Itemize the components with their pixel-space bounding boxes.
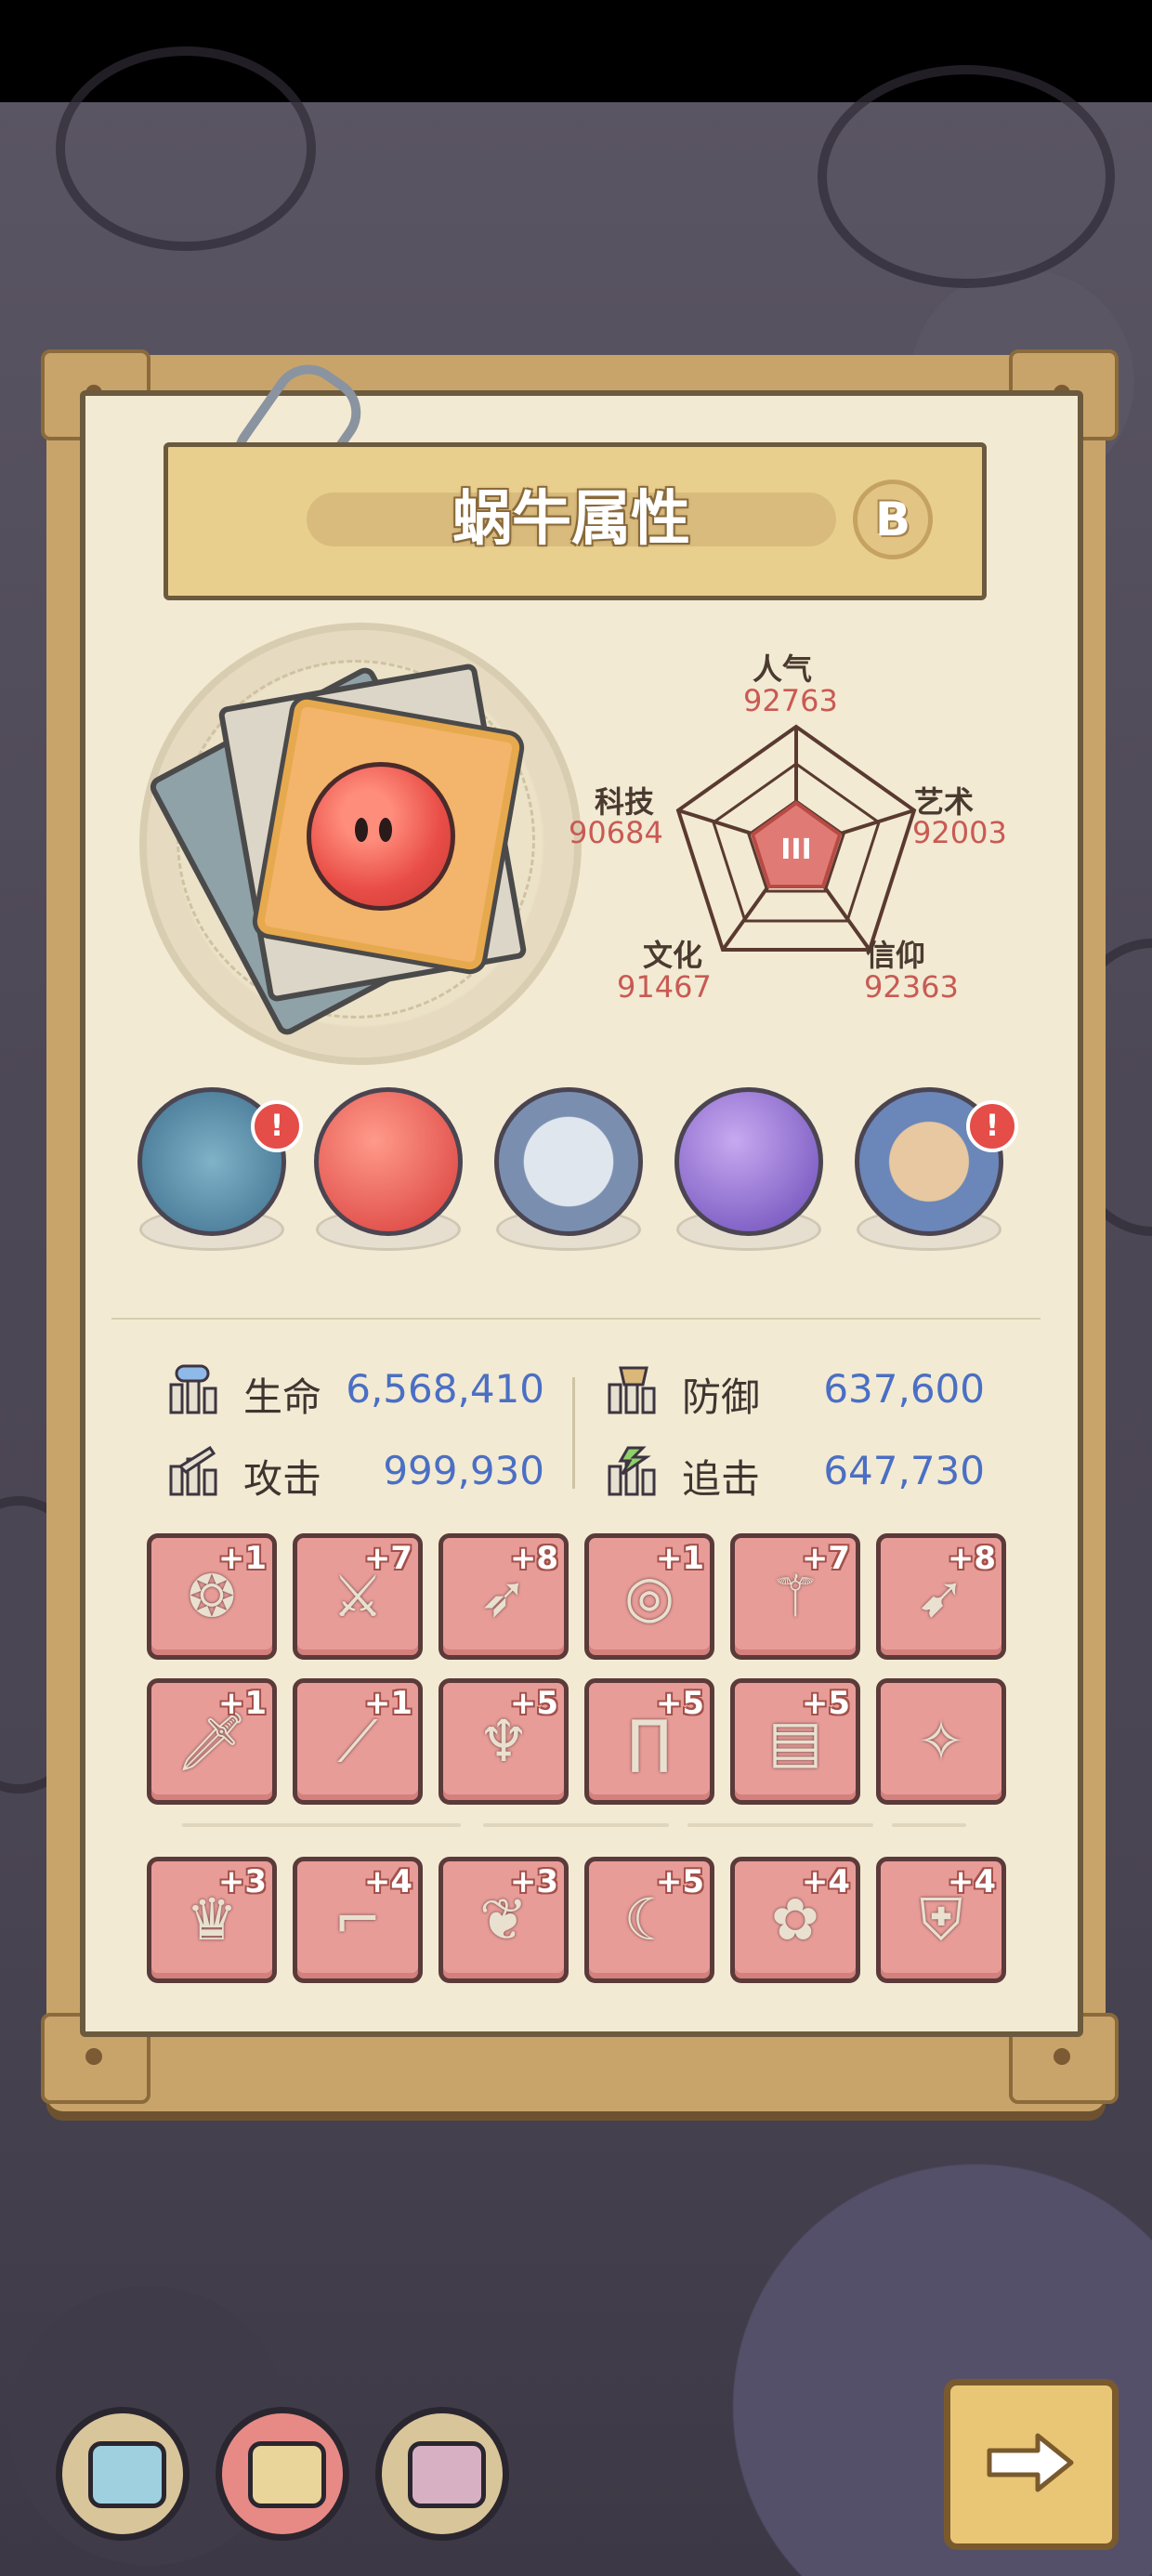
equipment-slot[interactable]: ⚔ +7 <box>293 1533 423 1660</box>
attribute-radar-chart: III <box>675 724 917 952</box>
wand-icon: ✧ <box>917 1707 965 1775</box>
equipment-level: +1 <box>217 1540 267 1577</box>
radar-value-tech: 90684 <box>569 815 663 850</box>
row-divider <box>687 1823 873 1827</box>
equipment-level: +8 <box>947 1540 996 1577</box>
equipment-level: +7 <box>801 1540 850 1577</box>
equipment-level: +3 <box>509 1863 558 1900</box>
equipment-level: +4 <box>947 1863 996 1900</box>
compass-relic-icon[interactable] <box>494 1087 643 1236</box>
row-divider <box>182 1823 461 1827</box>
hp-value: 6,568,410 <box>346 1366 544 1412</box>
equipment-level: +7 <box>363 1540 412 1577</box>
attack-label: 攻击 <box>243 1456 322 1502</box>
equipment-slot[interactable]: ✿ +4 <box>730 1857 860 1983</box>
equipment-slot[interactable]: ➶ +8 <box>439 1533 569 1660</box>
snail-eye <box>355 818 368 842</box>
equipment-level: +8 <box>509 1540 558 1577</box>
section-divider <box>111 1318 1041 1320</box>
nav-button-blue[interactable] <box>56 2407 190 2541</box>
chase-value: 647,730 <box>823 1448 985 1493</box>
chase-label: 追击 <box>682 1456 761 1502</box>
equipment-slot[interactable]: ◎ +1 <box>584 1533 714 1660</box>
equipment-slot[interactable]: 🗡 +1 <box>147 1678 277 1805</box>
stats-separator <box>572 1377 575 1489</box>
radar-value-faith: 92363 <box>864 969 959 1005</box>
equipment-slot[interactable]: ✧ <box>876 1678 1006 1805</box>
chase-stat-icon <box>608 1446 656 1496</box>
equipment-slot[interactable]: ⌐ +4 <box>293 1857 423 1983</box>
radar-value-popularity: 92763 <box>743 683 838 718</box>
equipment-level: +5 <box>801 1685 850 1722</box>
equipment-level: +5 <box>509 1685 558 1722</box>
equipment-slot[interactable]: ⚚ +7 <box>730 1533 860 1660</box>
equipment-level: +4 <box>801 1863 850 1900</box>
arrow-right-icon <box>987 2433 1074 2492</box>
brain-pink-icon <box>408 2441 486 2508</box>
equipment-level: +1 <box>655 1540 704 1577</box>
equipment-slot[interactable]: ⟋ +1 <box>293 1678 423 1805</box>
equipment-slot[interactable]: ♛ +3 <box>147 1857 277 1983</box>
row-divider <box>483 1823 669 1827</box>
equipment-level: +1 <box>363 1685 412 1722</box>
galaxy-orb-relic-icon[interactable] <box>674 1087 823 1236</box>
page-title: 蜗牛属性 <box>452 485 690 554</box>
next-button[interactable] <box>944 2379 1119 2550</box>
attack-stat-icon <box>169 1446 217 1496</box>
radar-value-art: 92003 <box>912 815 1007 850</box>
red-orb-relic-icon[interactable] <box>314 1087 463 1236</box>
radar-center-label: III <box>780 834 812 866</box>
equipment-slot[interactable]: ➹ +8 <box>876 1533 1006 1660</box>
equipment-level: +1 <box>217 1685 267 1722</box>
radar-value-culture: 91467 <box>617 969 712 1005</box>
equipment-slot[interactable]: ♆ +5 <box>439 1678 569 1805</box>
brain-gold-icon <box>248 2441 326 2508</box>
defense-label: 防御 <box>682 1374 761 1420</box>
brain-blue-icon <box>88 2441 166 2508</box>
alert-badge-icon: ! <box>251 1100 303 1152</box>
equipment-slot[interactable]: ∏ +5 <box>584 1678 714 1805</box>
equipment-level: +3 <box>217 1863 267 1900</box>
snail-eye <box>379 818 392 842</box>
equipment-slot[interactable]: ▤ +5 <box>730 1678 860 1805</box>
hp-label: 生命 <box>243 1374 322 1420</box>
nav-button-gold[interactable] <box>216 2407 349 2541</box>
nav-button-pink[interactable] <box>375 2407 509 2541</box>
equipment-slot[interactable]: ☾ +5 <box>584 1857 714 1983</box>
attack-value: 999,930 <box>383 1448 544 1493</box>
equipment-slot[interactable]: ❦ +3 <box>439 1857 569 1983</box>
equipment-level: +5 <box>655 1685 704 1722</box>
defense-stat-icon <box>608 1366 656 1414</box>
equipment-level: +4 <box>363 1863 412 1900</box>
defense-value: 637,600 <box>823 1366 985 1412</box>
equipment-level: +5 <box>655 1863 704 1900</box>
row-divider <box>892 1823 966 1827</box>
alert-badge-icon: ! <box>966 1100 1018 1152</box>
grade-badge[interactable]: B <box>853 480 933 559</box>
equipment-slot[interactable]: ❂ +1 <box>147 1533 277 1660</box>
hp-stat-icon <box>169 1364 217 1414</box>
equipment-slot[interactable]: ⛨ +4 <box>876 1857 1006 1983</box>
